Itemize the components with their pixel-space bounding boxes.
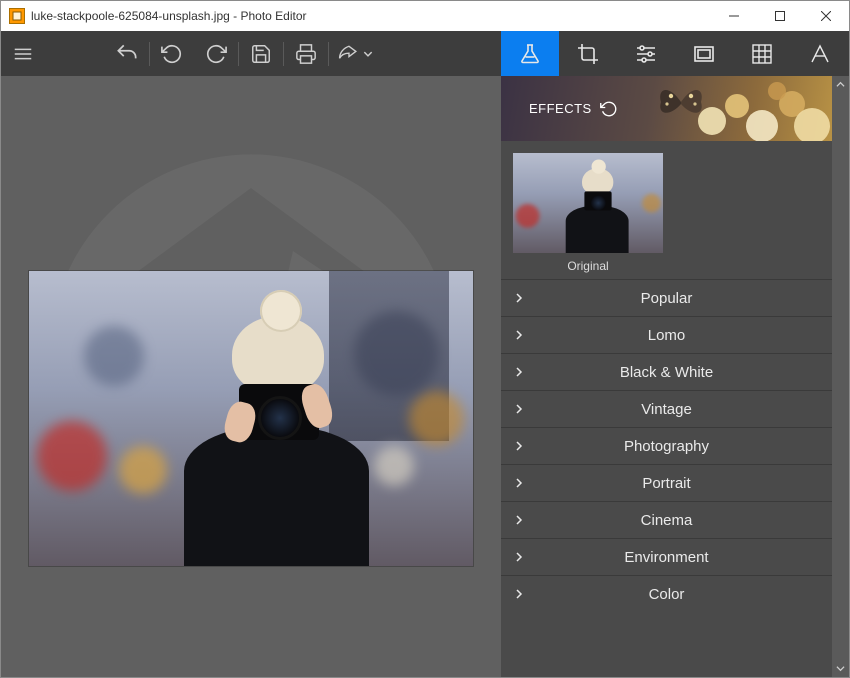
effects-scroll: Original Popular Lomo Black & White Vintage… (501, 141, 832, 677)
expand-arrow-icon (515, 367, 523, 377)
undo-step-button[interactable] (150, 31, 194, 76)
titlebar: luke-stackpoole-625084-unsplash.jpg - Ph… (1, 1, 849, 31)
effects-header: EFFECTS (501, 76, 832, 141)
body: EFFECTS (1, 76, 849, 677)
app-icon (9, 8, 25, 24)
save-button[interactable] (239, 31, 283, 76)
category-label: Environment (501, 549, 832, 566)
tab-text[interactable] (791, 31, 849, 76)
expand-arrow-icon (515, 441, 523, 451)
menu-icon (12, 43, 34, 65)
canvas-area[interactable] (1, 76, 501, 677)
share-icon (337, 43, 361, 65)
tab-crop[interactable] (559, 31, 617, 76)
effects-category[interactable]: Portrait (501, 464, 832, 501)
expand-arrow-icon (515, 589, 523, 599)
scroll-track[interactable] (832, 93, 849, 660)
expand-arrow-icon (515, 293, 523, 303)
expand-arrow-icon (515, 330, 523, 340)
sidebar-scrollbar[interactable] (832, 76, 849, 677)
thumbnail-caption: Original (513, 259, 663, 273)
share-button[interactable] (329, 31, 381, 76)
main-toolbar (1, 31, 849, 76)
redo-icon (205, 43, 227, 65)
sliders-icon (634, 42, 658, 66)
effects-category[interactable]: Photography (501, 427, 832, 464)
undo-button[interactable] (105, 31, 149, 76)
effects-panel: EFFECTS (501, 76, 849, 677)
effects-thumbnails: Original (501, 141, 832, 279)
undo-icon (114, 41, 140, 67)
effects-category[interactable]: Black & White (501, 353, 832, 390)
effects-header-label: EFFECTS (529, 101, 592, 116)
scroll-up-button[interactable] (832, 76, 849, 93)
close-button[interactable] (803, 1, 849, 31)
tab-effects[interactable] (501, 31, 559, 76)
effects-category[interactable]: Color (501, 575, 832, 612)
expand-arrow-icon (515, 515, 523, 525)
canvas-image[interactable] (29, 271, 473, 566)
expand-arrow-icon (515, 478, 523, 488)
frame-icon (692, 42, 716, 66)
maximize-button[interactable] (757, 1, 803, 31)
category-label: Cinema (501, 512, 832, 529)
category-label: Lomo (501, 327, 832, 344)
undo-step-icon (161, 43, 183, 65)
save-icon (250, 43, 272, 65)
thumbnail-original[interactable]: Original (513, 153, 663, 273)
tab-frames[interactable] (675, 31, 733, 76)
scroll-down-button[interactable] (832, 660, 849, 677)
print-icon (295, 43, 317, 65)
flask-icon (518, 42, 542, 66)
redo-button[interactable] (194, 31, 238, 76)
category-label: Portrait (501, 475, 832, 492)
expand-arrow-icon (515, 404, 523, 414)
category-label: Color (501, 586, 832, 603)
category-label: Vintage (501, 401, 832, 418)
tab-adjust[interactable] (617, 31, 675, 76)
category-label: Popular (501, 290, 832, 307)
crop-icon (576, 42, 600, 66)
minimize-button[interactable] (711, 1, 757, 31)
side-tab-strip (501, 31, 849, 76)
effects-category[interactable]: Lomo (501, 316, 832, 353)
expand-arrow-icon (515, 552, 523, 562)
category-label: Black & White (501, 364, 832, 381)
type-icon (808, 42, 832, 66)
effects-category[interactable]: Cinema (501, 501, 832, 538)
window-title: luke-stackpoole-625084-unsplash.jpg - Ph… (31, 9, 711, 23)
reset-effects-icon[interactable] (600, 100, 618, 118)
print-button[interactable] (284, 31, 328, 76)
texture-icon (750, 42, 774, 66)
effects-category[interactable]: Environment (501, 538, 832, 575)
app-window: luke-stackpoole-625084-unsplash.jpg - Ph… (0, 0, 850, 678)
menu-button[interactable] (1, 31, 45, 76)
effects-category[interactable]: Popular (501, 279, 832, 316)
effects-category-list: Popular Lomo Black & White Vintage Photograp… (501, 279, 832, 612)
category-label: Photography (501, 438, 832, 455)
chevron-down-icon (363, 43, 373, 65)
flowers-decoration (682, 76, 832, 141)
effects-category[interactable]: Vintage (501, 390, 832, 427)
tab-textures[interactable] (733, 31, 791, 76)
